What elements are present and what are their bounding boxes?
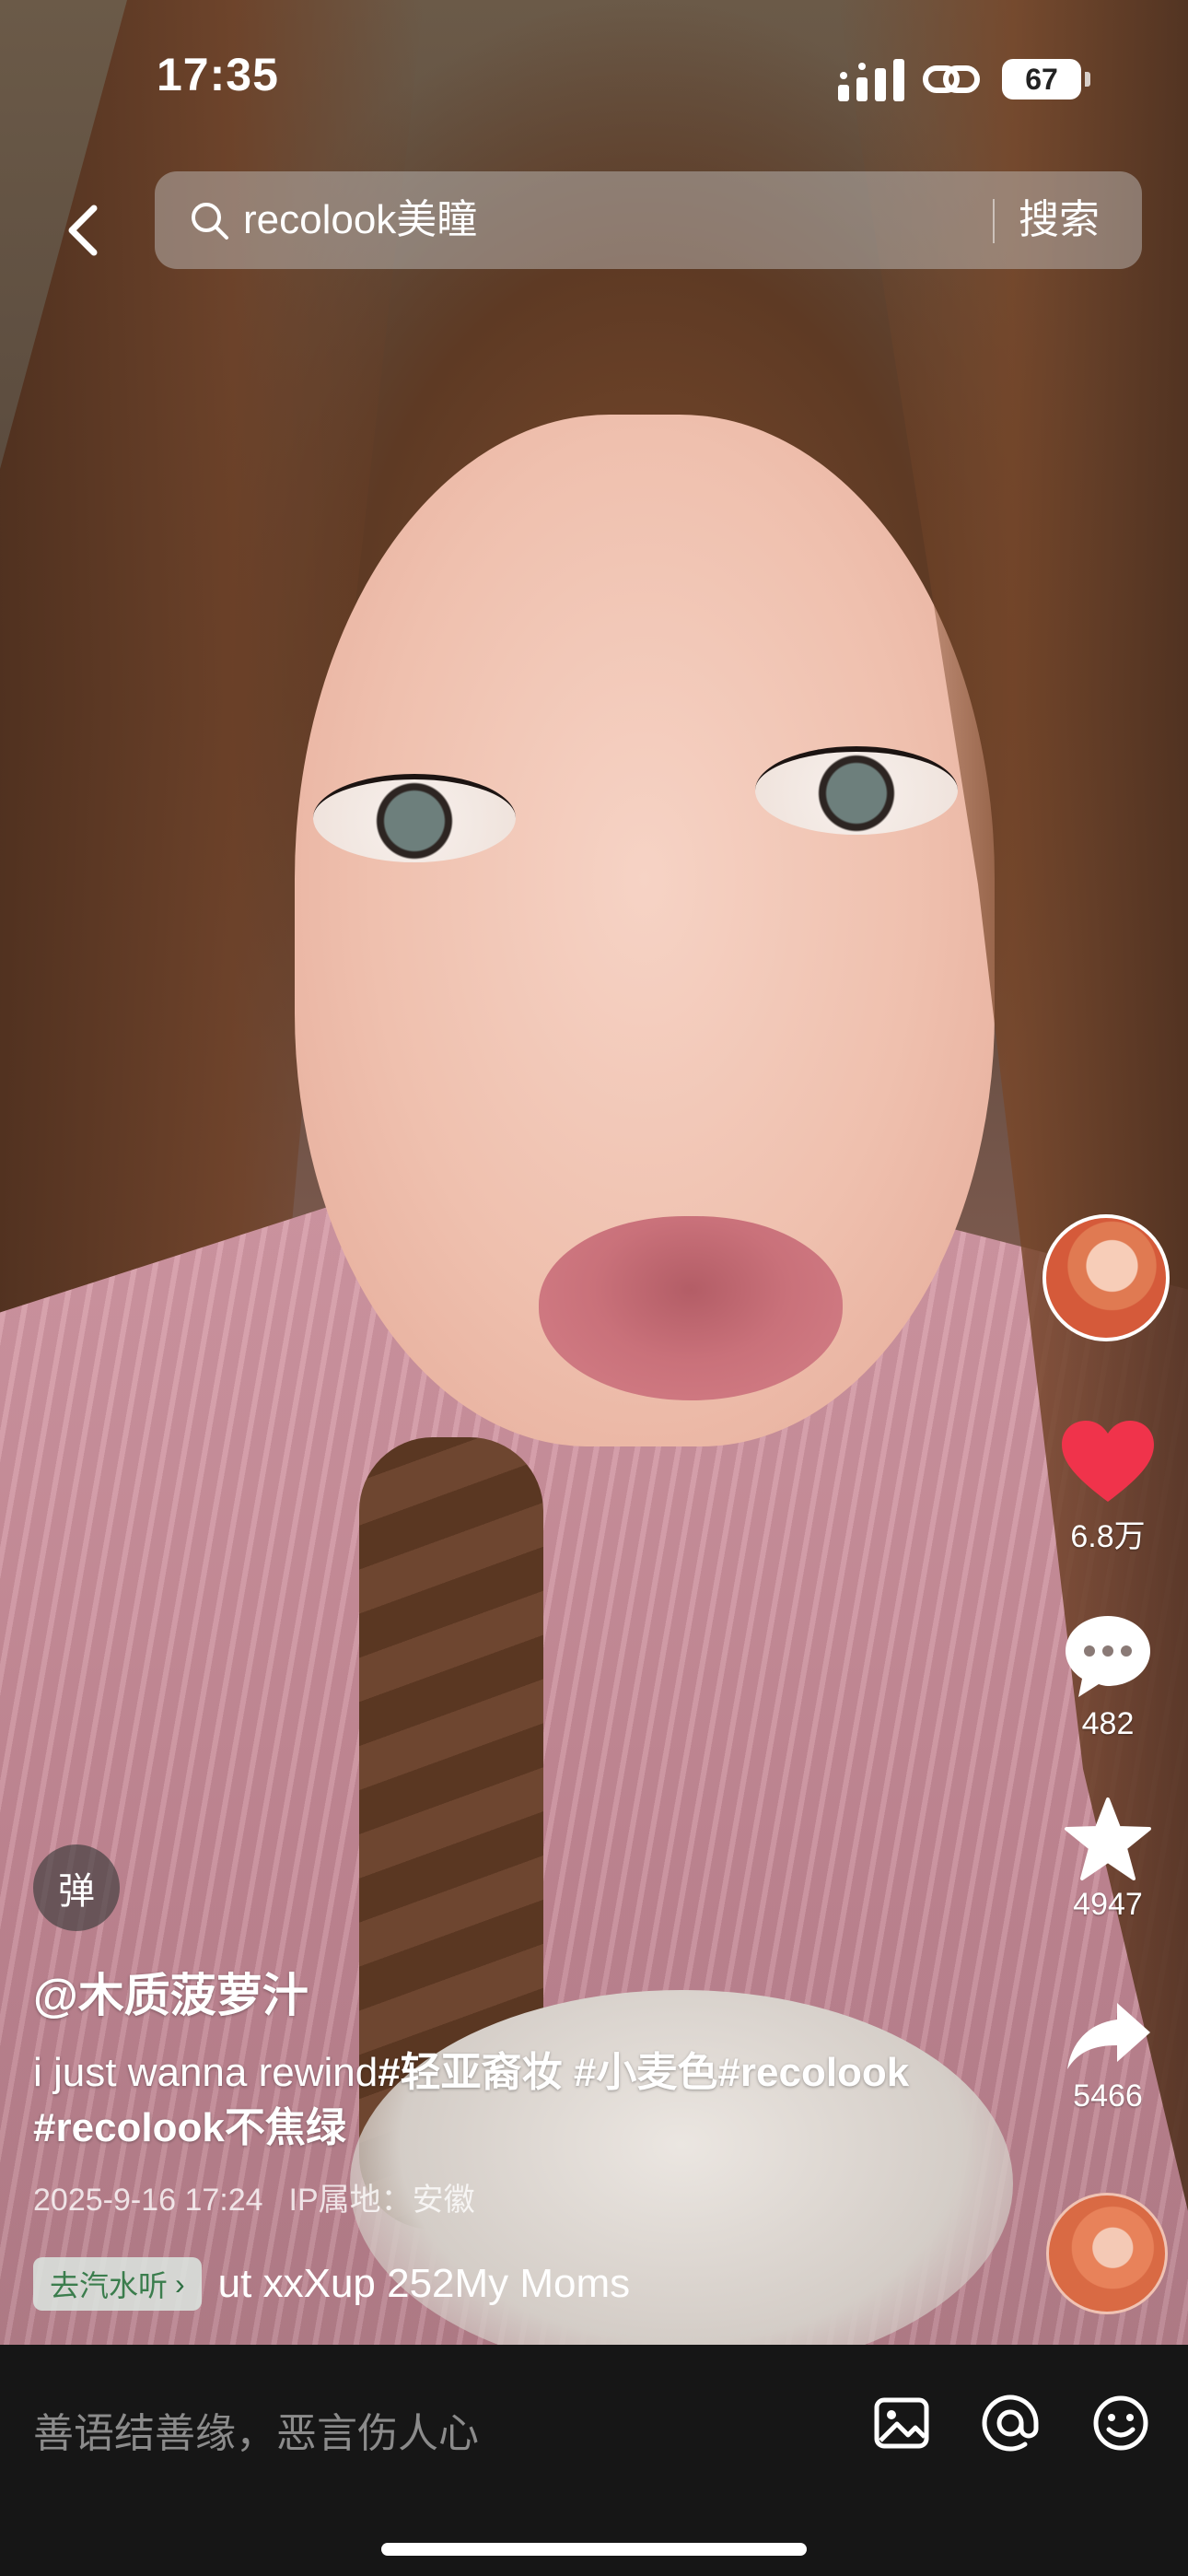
search-divider — [993, 199, 995, 243]
danmaku-label: 弹 — [58, 1871, 95, 1912]
image-icon[interactable] — [871, 2393, 932, 2453]
hashtag[interactable]: #recolook不焦绿 — [33, 2105, 346, 2150]
comment-input[interactable]: 善语结善缘，恶言伤人心 — [33, 2400, 479, 2459]
search-input[interactable]: recolook美瞳 — [243, 193, 477, 247]
like-button[interactable]: 6.8万 — [1039, 1419, 1177, 1556]
emoji-icon[interactable] — [1090, 2393, 1151, 2453]
music-row[interactable]: 去汽水听 › ut xxXup 252My Moms — [33, 2255, 630, 2313]
heart-icon — [1062, 1421, 1154, 1502]
chevron-right-icon: › — [175, 2266, 185, 2301]
description-text: i just wanna rewind — [33, 2050, 379, 2095]
hashtag[interactable]: #轻亚裔妆 — [378, 2050, 562, 2095]
comment-bar: 善语结善缘，恶言伤人心 — [0, 2345, 1188, 2576]
post-date: 2025-9-16 17:24 — [33, 2183, 263, 2218]
video-eye — [313, 774, 516, 862]
favorite-button[interactable]: 4947 — [1039, 1797, 1177, 1923]
author-avatar[interactable] — [1042, 1214, 1170, 1341]
home-indicator — [381, 2543, 807, 2556]
star-icon — [1065, 1797, 1151, 1880]
listen-chip[interactable]: 去汽水听 › — [33, 2257, 202, 2311]
like-count: 6.8万 — [1070, 1519, 1146, 1554]
listen-chip-label: 去汽水听 — [50, 2269, 169, 2302]
music-disc[interactable] — [1046, 2193, 1168, 2314]
comment-button[interactable]: 482 — [1039, 1612, 1177, 1742]
comment-count: 482 — [1081, 1706, 1135, 1741]
hashtag[interactable]: #recolook — [717, 2050, 909, 2095]
share-count: 5466 — [1073, 2078, 1143, 2113]
video-description: i just wanna rewind#轻亚裔妆 #小麦色#recolook #… — [33, 2045, 1009, 2156]
share-button[interactable]: 5466 — [1039, 1999, 1177, 2114]
battery-indicator: 67 — [1002, 59, 1090, 100]
back-button[interactable] — [37, 184, 129, 276]
status-bar: 17:35 67 — [0, 0, 1188, 157]
search-bar[interactable]: recolook美瞳 搜索 — [155, 171, 1142, 269]
search-button[interactable]: 搜索 — [1019, 193, 1100, 247]
hashtag[interactable]: #小麦色 — [574, 2050, 717, 2095]
video-lips — [539, 1216, 843, 1400]
music-title: ut xxXup 252My Moms — [217, 2261, 631, 2306]
at-icon[interactable] — [980, 2393, 1041, 2453]
back-icon — [68, 205, 98, 256]
search-icon — [192, 203, 228, 240]
status-time: 17:35 — [157, 49, 279, 100]
cellular-signal-icon — [838, 59, 904, 101]
favorite-count: 4947 — [1073, 1887, 1143, 1922]
author-handle[interactable]: @木质菠萝汁 — [33, 1959, 309, 2025]
link-icon — [923, 65, 980, 93]
ip-location: IP属地：安徽 — [288, 2183, 475, 2218]
danmaku-button[interactable]: 弹 — [33, 1844, 120, 1931]
comment-icon — [1066, 1616, 1150, 1697]
share-icon — [1067, 2003, 1150, 2069]
video-eye — [755, 746, 958, 835]
post-meta: 2025-9-16 17:24 IP属地：安徽 — [33, 2174, 475, 2219]
